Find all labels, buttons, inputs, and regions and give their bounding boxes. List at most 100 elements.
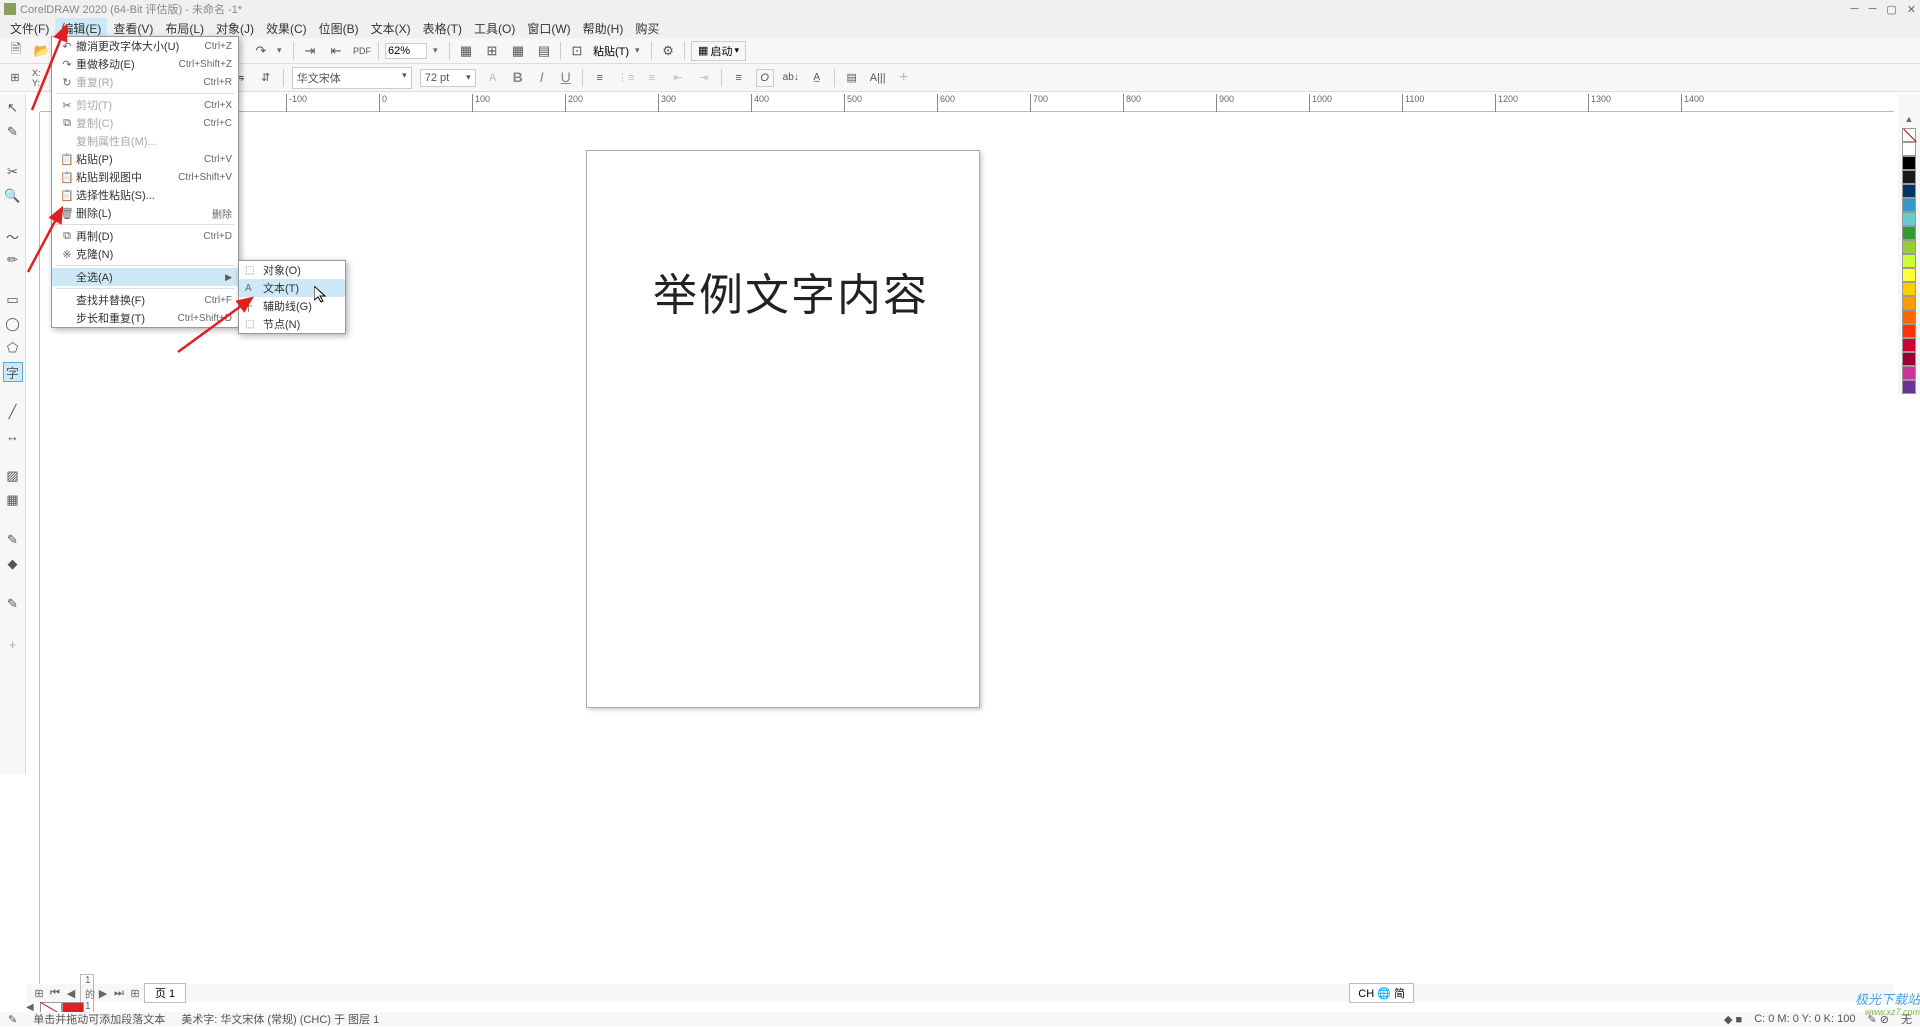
crop-tool-icon[interactable]: ✂ xyxy=(3,162,23,182)
font-select[interactable]: 华文宋体▾ xyxy=(292,67,412,89)
zoom-tool-icon[interactable]: 🔍 xyxy=(3,186,23,206)
new-icon[interactable]: 🗎 xyxy=(6,41,26,61)
bold-button[interactable]: B xyxy=(510,69,526,87)
menu-item[interactable]: 查找并替换(F)Ctrl+F xyxy=(52,291,238,309)
menu-item[interactable]: ↶撤消更改字体大小(U)Ctrl+Z xyxy=(52,37,238,55)
transparency-icon[interactable]: ▦ xyxy=(3,490,23,510)
menu-item[interactable]: 📋选择性粘贴(S)... xyxy=(52,186,238,204)
color-swatch[interactable] xyxy=(1902,212,1916,226)
paste-menu-label[interactable]: 粘贴(T) xyxy=(593,43,629,59)
grid-small-icon[interactable]: ⊞ xyxy=(6,69,24,87)
color-swatch[interactable] xyxy=(1902,282,1916,296)
options-icon[interactable]: ⚙ xyxy=(658,41,678,61)
menu-item[interactable]: 步长和重复(T)Ctrl+Shift+D xyxy=(52,309,238,327)
add-page-icon[interactable]: ⊞ xyxy=(32,987,46,1000)
aa-icon[interactable]: A̲ xyxy=(808,69,826,87)
eyedropper-icon[interactable]: ✎ xyxy=(3,530,23,550)
color-swatch[interactable] xyxy=(1902,240,1916,254)
increase-size-icon[interactable]: A xyxy=(484,69,502,87)
palette-up-icon[interactable]: ▲ xyxy=(1905,114,1914,124)
close-icon[interactable]: ✕ xyxy=(1907,3,1916,16)
guides-icon[interactable]: ▤ xyxy=(534,41,554,61)
pdf-icon[interactable]: PDF xyxy=(352,41,372,61)
freehand-tool-icon[interactable]: 〜 xyxy=(3,226,23,246)
first-page-icon[interactable]: ⏮ xyxy=(48,987,62,1000)
menu-8[interactable]: 表格(T) xyxy=(417,18,468,39)
zoom-input[interactable] xyxy=(385,43,427,59)
menu-item[interactable]: 📋粘贴(P)Ctrl+V xyxy=(52,150,238,168)
menu-5[interactable]: 效果(C) xyxy=(260,18,313,39)
list-bullet-icon[interactable]: ⋮≡ xyxy=(617,69,635,87)
ellipse-tool-icon[interactable]: ◯ xyxy=(3,314,23,334)
redo-icon[interactable]: ↷ xyxy=(251,41,271,61)
mirror-v-icon[interactable]: ⇵ xyxy=(257,69,275,87)
menu-9[interactable]: 工具(O) xyxy=(468,18,521,39)
underline-button[interactable]: U xyxy=(558,69,574,87)
color-swatch[interactable] xyxy=(1902,324,1916,338)
color-swatch[interactable] xyxy=(1902,142,1916,156)
color-swatch[interactable] xyxy=(1902,184,1916,198)
menu-6[interactable]: 位图(B) xyxy=(313,18,365,39)
color-swatch[interactable] xyxy=(1902,352,1916,366)
canvas-text[interactable]: 举例文字内容 xyxy=(653,259,929,323)
paste-drop-icon[interactable]: ▾ xyxy=(635,45,645,56)
open-icon[interactable]: 📂 xyxy=(32,41,52,61)
color-swatch[interactable] xyxy=(1902,170,1916,184)
color-swatch[interactable] xyxy=(1902,296,1916,310)
submenu-item[interactable]: ⬚对象(O) xyxy=(239,261,345,279)
color-swatch[interactable] xyxy=(1902,268,1916,282)
zoom-drop-icon[interactable]: ▾ xyxy=(433,45,443,56)
plus-icon[interactable]: + xyxy=(895,69,913,87)
add-page-after-icon[interactable]: ⊞ xyxy=(128,987,142,1000)
menu-item[interactable]: 🗑删除(L)删除 xyxy=(52,204,238,222)
outline-tool-icon[interactable]: ✎ xyxy=(3,594,23,614)
color-swatch[interactable] xyxy=(1902,156,1916,170)
snap-icon[interactable]: ⊞ xyxy=(482,41,502,61)
next-page-icon[interactable]: ▶ xyxy=(96,987,110,1000)
pick-tool-icon[interactable]: ↖ xyxy=(3,98,23,118)
polygon-tool-icon[interactable]: ⬠ xyxy=(3,338,23,358)
fullscreen-icon[interactable]: ▦ xyxy=(456,41,476,61)
menu-10[interactable]: 窗口(W) xyxy=(521,18,576,39)
minimize-secondary-icon[interactable]: ─ xyxy=(1851,3,1859,16)
text-direction-icon[interactable]: ≡ xyxy=(730,69,748,87)
menu-item[interactable]: 全选(A)▶ xyxy=(52,268,238,286)
indent-dec-icon[interactable]: ⇤ xyxy=(669,69,687,87)
artistic-media-icon[interactable]: ✏ xyxy=(3,250,23,270)
launch-button[interactable]: ▦启动▾ xyxy=(691,41,746,61)
menu-item[interactable]: ↷重做移动(E)Ctrl+Shift+Z xyxy=(52,55,238,73)
text-tool-icon[interactable]: 字 xyxy=(3,362,23,382)
submenu-item[interactable]: ⬚节点(N) xyxy=(239,315,345,333)
color-swatch[interactable] xyxy=(1902,366,1916,380)
maximize-icon[interactable]: ▢ xyxy=(1886,3,1896,16)
redo-drop-icon[interactable]: ▾ xyxy=(277,45,287,56)
canvas[interactable]: 举例文字内容 xyxy=(40,112,1894,986)
menu-0[interactable]: 文件(F) xyxy=(4,18,55,39)
color-swatch[interactable] xyxy=(1902,198,1916,212)
grid-icon[interactable]: ▦ xyxy=(508,41,528,61)
italic-button[interactable]: I xyxy=(534,69,550,87)
last-page-icon[interactable]: ⏭ xyxy=(112,987,126,1000)
prev-page-icon[interactable]: ◀ xyxy=(64,987,78,1000)
dimension-tool-icon[interactable]: ↔ xyxy=(3,426,23,446)
color-swatch[interactable] xyxy=(1902,226,1916,240)
no-fill-swatch[interactable] xyxy=(1902,128,1916,142)
vertical-text-icon[interactable]: A||| xyxy=(869,69,887,87)
menu-7[interactable]: 文本(X) xyxy=(365,18,417,39)
fill-preview-icon[interactable]: ◆ ■ xyxy=(1724,1013,1742,1026)
text-frame-icon[interactable]: ▤ xyxy=(843,69,861,87)
snap-opts-icon[interactable]: ⊡ xyxy=(567,41,587,61)
color-swatch[interactable] xyxy=(1902,310,1916,324)
ab-icon[interactable]: ab↓ xyxy=(782,69,800,87)
menu-item[interactable]: ⧉再制(D)Ctrl+D xyxy=(52,227,238,245)
menu-12[interactable]: 购买 xyxy=(629,18,665,39)
menu-11[interactable]: 帮助(H) xyxy=(577,18,630,39)
menu-item[interactable]: 📋粘贴到视图中Ctrl+Shift+V xyxy=(52,168,238,186)
export-icon[interactable]: ⇤ xyxy=(326,41,346,61)
rectangle-tool-icon[interactable]: ▭ xyxy=(3,290,23,310)
shadow-tool-icon[interactable]: ▨ xyxy=(3,466,23,486)
fill-tool-icon[interactable]: ◆ xyxy=(3,554,23,574)
ime-indicator[interactable]: CH 🌐 简 xyxy=(1349,983,1414,1003)
submenu-item[interactable]: ┼辅助线(G) xyxy=(239,297,345,315)
color-swatch[interactable] xyxy=(1902,338,1916,352)
